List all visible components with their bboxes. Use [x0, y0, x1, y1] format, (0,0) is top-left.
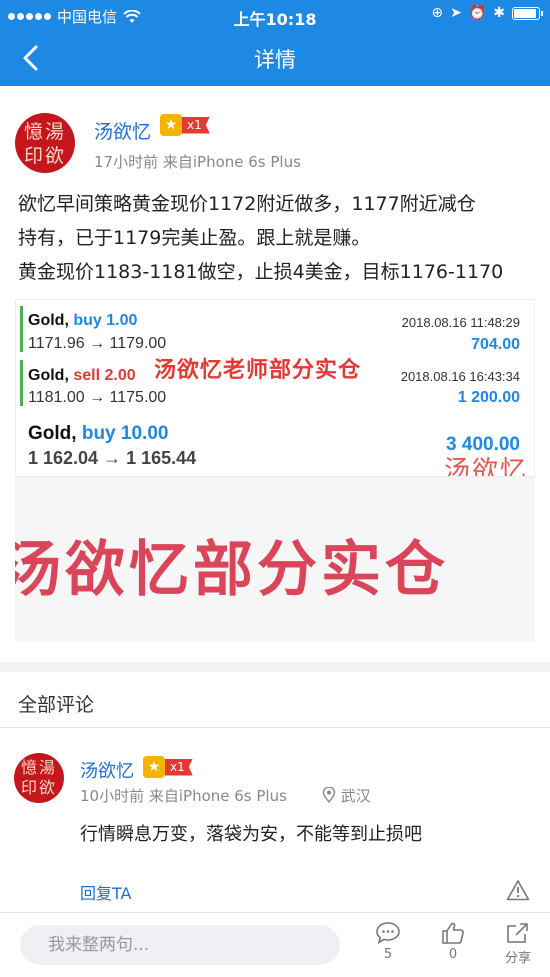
like-count: 0: [448, 947, 458, 962]
post-line: 黄金现价1183-1181做空，止损4美金，目标1176-1170: [18, 261, 504, 283]
thumbs-up-icon: [442, 922, 464, 944]
comment-input[interactable]: 我来整两句...: [20, 925, 340, 965]
comment-location: 武汉: [322, 785, 371, 806]
status-bar: 中国电信 上午10:18 ⊕ ➤ ⏰ ✱: [0, 0, 550, 30]
comment-count: 5: [383, 947, 393, 962]
nav-bar: 详情: [0, 30, 550, 86]
star-icon: ★: [160, 114, 182, 136]
share-label: 分享: [504, 951, 531, 966]
location-arrow-icon: ➤: [450, 5, 462, 21]
post-body: 欲忆早间策略黄金现价1172附近做多，1177附近减仓 持有，已于1179完美止…: [18, 187, 538, 289]
banner-caption: 汤欲忆部分实仓: [15, 535, 449, 605]
comment-meta: 10小时前 来自iPhone 6s Plus: [80, 787, 287, 805]
avatar[interactable]: 憶湯 印欲: [15, 113, 75, 173]
post-meta: 17小时前 来自iPhone 6s Plus: [94, 153, 301, 171]
reply-button[interactable]: 回复TA: [80, 880, 131, 904]
comment-action[interactable]: 5: [368, 921, 408, 962]
comment-text: 行情瞬息万变，落袋为安，不能等到止损吧: [80, 824, 422, 845]
lock-rotation-icon: ⊕: [431, 5, 444, 21]
trade-screenshot-image[interactable]: Gold, buy 1.00 1171.96 → 1179.00 2018.08…: [15, 299, 535, 477]
share-action[interactable]: 分享: [498, 921, 538, 966]
level-badge: ★ x1: [143, 756, 193, 778]
alarm-icon: ⏰: [468, 5, 487, 21]
share-icon: [507, 923, 528, 943]
report-warning-icon[interactable]: [506, 879, 530, 901]
bluetooth-icon: ✱: [493, 5, 505, 21]
comment-username[interactable]: 汤欲忆: [80, 757, 134, 783]
signature-watermark: 汤欲忆: [443, 456, 528, 477]
post-line: 欲忆早间策略黄金现价1172附近做多，1177附近减仓: [18, 193, 476, 215]
battery-icon: [512, 6, 543, 20]
comments-title: 全部评论: [18, 694, 95, 716]
bottom-action-bar: 我来整两句... 5 0 分享: [0, 912, 550, 977]
badge-count: x1: [165, 758, 193, 776]
section-divider: [0, 662, 550, 672]
badge-count: x1: [182, 116, 210, 134]
like-action[interactable]: 0: [433, 921, 473, 962]
post-line: 持有，已于1179完美止盈。跟上就是赚。: [18, 227, 371, 249]
divider: [0, 727, 550, 728]
star-icon: ★: [143, 756, 165, 778]
level-badge: ★ x1: [160, 114, 210, 136]
page-title: 详情: [254, 48, 296, 72]
comment-bubble-icon: [376, 922, 400, 945]
location-pin-icon: [322, 787, 336, 803]
post-username[interactable]: 汤欲忆: [94, 117, 151, 144]
banner-image[interactable]: 汤欲忆部分实仓: [15, 477, 535, 641]
avatar[interactable]: 憶湯 印欲: [14, 753, 64, 803]
overlay-caption: 汤欲忆老师部分实仓: [154, 358, 362, 383]
